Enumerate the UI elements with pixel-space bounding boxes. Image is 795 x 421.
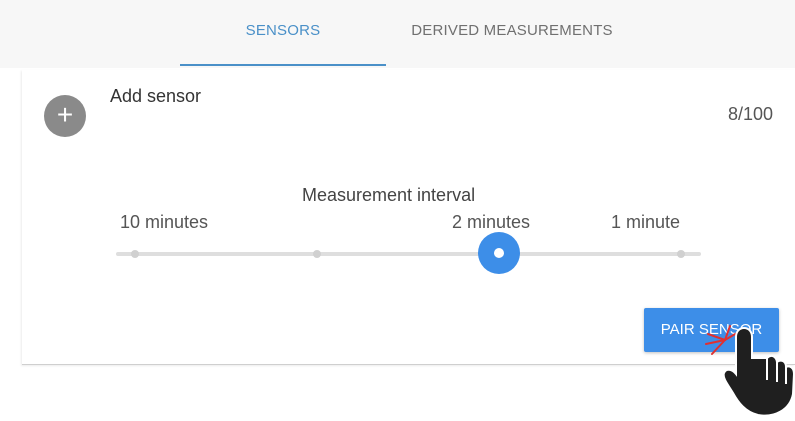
active-tab-indicator [180, 64, 386, 66]
slider-step-dot[interactable] [131, 250, 139, 258]
add-sensor-label: Add sensor [110, 86, 202, 106]
slider-step-dot[interactable] [313, 250, 321, 258]
tab-sensors[interactable]: SENSORS [180, 22, 386, 62]
plus-icon: + [56, 99, 74, 130]
add-sensor-button[interactable]: + [44, 95, 86, 137]
interval-tick-label: 10 minutes [120, 212, 209, 232]
interval-tick-label: 1 minute [611, 212, 681, 232]
sensor-count: 8/100 [727, 104, 773, 124]
interval-slider-thumb[interactable] [478, 232, 520, 274]
measurement-interval-title: Measurement interval [302, 185, 476, 205]
hand-pointer-icon [724, 326, 795, 417]
interval-tick-label: 2 minutes [452, 212, 531, 232]
slider-step-dot[interactable] [677, 250, 685, 258]
interval-slider-track[interactable] [116, 252, 701, 256]
app-page: SENSORS DERIVED MEASUREMENTS + Add senso… [0, 0, 795, 421]
tab-derived-measurements[interactable]: DERIVED MEASUREMENTS [386, 22, 638, 62]
